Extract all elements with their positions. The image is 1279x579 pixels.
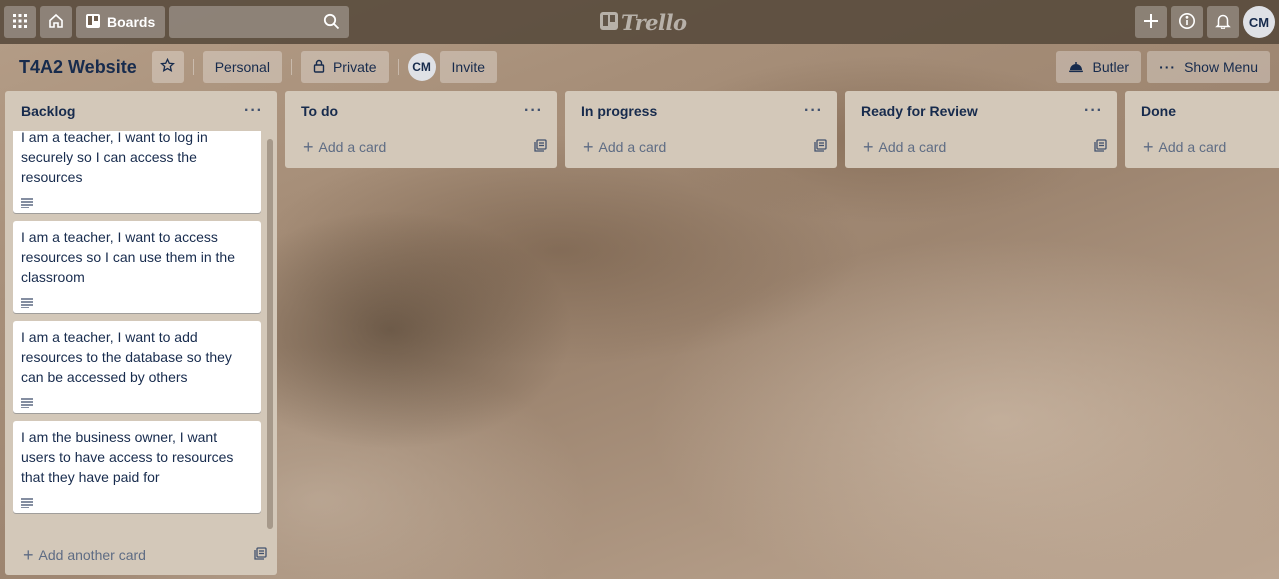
plus-icon: +: [863, 137, 874, 157]
list-done: Done + Add a card: [1125, 91, 1279, 168]
list-menu-icon[interactable]: ···: [804, 103, 823, 119]
top-bar: Boards Trello CM: [0, 0, 1279, 44]
card-list: I am a teacher, I want to log in securel…: [5, 131, 277, 537]
search-icon: [323, 13, 340, 33]
add-card-label: Add another card: [38, 547, 146, 563]
add-card-button[interactable]: + Add another card: [5, 537, 277, 573]
list-header[interactable]: Done: [1125, 91, 1279, 131]
boards-label: Boards: [107, 14, 156, 30]
plus-icon: [1143, 13, 1159, 32]
list-header[interactable]: Backlog ···: [5, 91, 277, 131]
description-icon: [21, 393, 253, 409]
plus-icon: +: [303, 137, 314, 157]
list-menu-icon[interactable]: ···: [244, 103, 263, 119]
boards-icon: [86, 13, 100, 31]
description-icon: [21, 293, 253, 309]
info-button[interactable]: [1171, 6, 1203, 38]
list-to-do: To do ··· + Add a card: [285, 91, 557, 168]
star-button[interactable]: [151, 51, 184, 83]
home-icon: [48, 13, 64, 32]
board-title[interactable]: T4A2 Website: [12, 57, 144, 78]
description-icon: [21, 193, 253, 209]
add-card-button[interactable]: + Add a card: [845, 131, 1117, 163]
star-icon: [160, 57, 176, 76]
card-template-icon[interactable]: [534, 139, 547, 155]
bell-icon: [1215, 13, 1231, 32]
avatar[interactable]: CM: [1243, 6, 1275, 38]
list-title[interactable]: In progress: [581, 103, 657, 119]
trello-logo-icon: [600, 10, 618, 35]
apps-grid-icon: [12, 13, 28, 32]
show-menu-button[interactable]: ··· Show Menu: [1147, 51, 1270, 83]
list-title[interactable]: Backlog: [21, 103, 75, 119]
member-avatar: CM: [407, 53, 436, 81]
card-template-icon[interactable]: [814, 139, 827, 155]
board-member[interactable]: CM: [407, 53, 436, 81]
add-card-button[interactable]: + Add a card: [565, 131, 837, 163]
invite-button[interactable]: Invite: [439, 51, 498, 83]
list-title[interactable]: Ready for Review: [861, 103, 978, 119]
list-title[interactable]: Done: [1141, 103, 1176, 119]
trello-logo[interactable]: Trello: [600, 10, 687, 35]
add-card-label: Add a card: [878, 139, 947, 155]
divider: [290, 59, 292, 75]
add-card-label: Add a card: [1158, 139, 1227, 155]
logo-text: Trello: [621, 10, 687, 35]
show-menu-label: Show Menu: [1184, 59, 1258, 75]
more-icon: ···: [1159, 59, 1177, 75]
home-button[interactable]: [40, 6, 72, 38]
search-input[interactable]: [169, 6, 350, 38]
visibility-label: Private: [332, 59, 377, 75]
card[interactable]: I am a teacher, I want to add resources …: [13, 321, 261, 413]
card-title: I am the business owner, I want users to…: [21, 429, 234, 485]
board-header: T4A2 Website Personal Private CM Invite: [0, 44, 1279, 90]
card[interactable]: I am a teacher, I want to log in securel…: [13, 131, 261, 213]
boards-button[interactable]: Boards: [76, 6, 166, 38]
butler-bell-icon: [1068, 59, 1084, 76]
card-title: I am a teacher, I want to access resourc…: [21, 229, 235, 285]
visibility-button[interactable]: Private: [300, 51, 389, 83]
butler-button[interactable]: Butler: [1056, 51, 1142, 83]
divider: [192, 59, 194, 75]
notifications-button[interactable]: [1207, 6, 1239, 38]
card[interactable]: I am a teacher, I want to access resourc…: [13, 221, 261, 313]
list-header[interactable]: In progress ···: [565, 91, 837, 131]
add-card-button[interactable]: + Add a card: [285, 131, 557, 163]
scrollbar-thumb[interactable]: [267, 139, 273, 529]
list-title[interactable]: To do: [301, 103, 338, 119]
apps-button[interactable]: [4, 6, 36, 38]
card-title: I am a teacher, I want to add resources …: [21, 329, 232, 385]
plus-icon: +: [23, 545, 34, 565]
plus-icon: +: [1143, 137, 1154, 157]
create-button[interactable]: [1135, 6, 1167, 38]
list-scrollbar[interactable]: [267, 139, 273, 529]
list-header[interactable]: Ready for Review ···: [845, 91, 1117, 131]
card-template-icon[interactable]: [1094, 139, 1107, 155]
add-card-label: Add a card: [598, 139, 667, 155]
list-menu-icon[interactable]: ···: [1084, 103, 1103, 119]
list-in-progress: In progress ··· + Add a card: [565, 91, 837, 168]
butler-label: Butler: [1092, 59, 1130, 75]
plus-icon: +: [583, 137, 594, 157]
description-icon: [21, 493, 253, 509]
list-menu-icon[interactable]: ···: [524, 103, 543, 119]
lock-icon: [313, 59, 325, 76]
info-icon: [1178, 12, 1196, 33]
team-button[interactable]: Personal: [202, 51, 282, 83]
card[interactable]: I am the business owner, I want users to…: [13, 421, 261, 513]
add-card-label: Add a card: [318, 139, 387, 155]
divider: [397, 59, 399, 75]
list-header[interactable]: To do ···: [285, 91, 557, 131]
list-ready-for-review: Ready for Review ··· + Add a card: [845, 91, 1117, 168]
card-title: I am a teacher, I want to log in securel…: [21, 131, 208, 185]
card-template-icon[interactable]: [254, 547, 267, 563]
add-card-button[interactable]: + Add a card: [1125, 131, 1279, 163]
list-backlog: Backlog ··· I am a teacher, I want to lo…: [5, 91, 277, 575]
